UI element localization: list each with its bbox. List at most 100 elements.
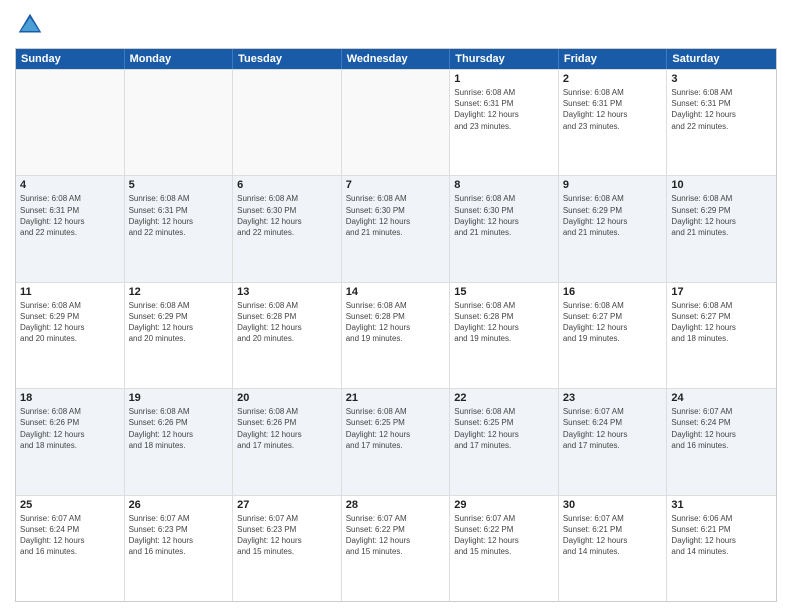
calendar-cell: 18 Sunrise: 6:08 AM Sunset: 6:26 PM Dayli…: [16, 389, 125, 494]
day-info: Sunrise: 6:08 AM Sunset: 6:29 PM Dayligh…: [671, 193, 772, 238]
calendar-cell: 4 Sunrise: 6:08 AM Sunset: 6:31 PM Daylig…: [16, 176, 125, 281]
day-number: 10: [671, 179, 772, 191]
day-info: Sunrise: 6:08 AM Sunset: 6:31 PM Dayligh…: [129, 193, 229, 238]
day-info: Sunrise: 6:08 AM Sunset: 6:28 PM Dayligh…: [454, 300, 554, 345]
day-number: 13: [237, 286, 337, 298]
day-info: Sunrise: 6:08 AM Sunset: 6:26 PM Dayligh…: [129, 406, 229, 451]
calendar-header-cell: Saturday: [667, 49, 776, 69]
day-info: Sunrise: 6:08 AM Sunset: 6:26 PM Dayligh…: [237, 406, 337, 451]
calendar-cell: 15 Sunrise: 6:08 AM Sunset: 6:28 PM Dayli…: [450, 283, 559, 388]
logo-icon: [15, 10, 45, 40]
day-info: Sunrise: 6:08 AM Sunset: 6:29 PM Dayligh…: [129, 300, 229, 345]
day-info: Sunrise: 6:08 AM Sunset: 6:28 PM Dayligh…: [346, 300, 446, 345]
day-number: 29: [454, 499, 554, 511]
calendar-cell: 13Sunrise: 6:08 AM Sunset: 6:28 PM Dayli…: [233, 283, 342, 388]
day-number: 17: [671, 286, 772, 298]
calendar-row: 1 Sunrise: 6:08 AM Sunset: 6:31 PM Daylig…: [16, 69, 776, 175]
day-info: Sunrise: 6:07 AM Sunset: 6:23 PM Dayligh…: [237, 513, 337, 558]
calendar-header-cell: Tuesday: [233, 49, 342, 69]
calendar-cell: [342, 70, 451, 175]
day-info: Sunrise: 6:08 AM Sunset: 6:25 PM Dayligh…: [346, 406, 446, 451]
calendar-cell: 10 Sunrise: 6:08 AM Sunset: 6:29 PM Dayli…: [667, 176, 776, 281]
day-info: Sunrise: 6:08 AM Sunset: 6:31 PM Dayligh…: [563, 87, 663, 132]
day-info: Sunrise: 6:08 AM Sunset: 6:31 PM Dayligh…: [20, 193, 120, 238]
calendar-cell: 12 Sunrise: 6:08 AM Sunset: 6:29 PM Dayli…: [125, 283, 234, 388]
day-number: 5: [129, 179, 229, 191]
day-number: 18: [20, 392, 120, 404]
calendar-cell: 22 Sunrise: 6:08 AM Sunset: 6:25 PM Dayli…: [450, 389, 559, 494]
calendar-cell: 26Sunrise: 6:07 AM Sunset: 6:23 PM Dayli…: [125, 496, 234, 601]
day-number: 7: [346, 179, 446, 191]
day-info: Sunrise: 6:08 AM Sunset: 6:29 PM Dayligh…: [563, 193, 663, 238]
day-number: 23: [563, 392, 663, 404]
calendar-cell: 3 Sunrise: 6:08 AM Sunset: 6:31 PM Daylig…: [667, 70, 776, 175]
day-number: 28: [346, 499, 446, 511]
day-info: Sunrise: 6:07 AM Sunset: 6:24 PM Dayligh…: [20, 513, 120, 558]
day-info: Sunrise: 6:07 AM Sunset: 6:23 PM Dayligh…: [129, 513, 229, 558]
day-number: 15: [454, 286, 554, 298]
calendar-cell: 8 Sunrise: 6:08 AM Sunset: 6:30 PM Daylig…: [450, 176, 559, 281]
calendar-cell: 20Sunrise: 6:08 AM Sunset: 6:26 PM Dayli…: [233, 389, 342, 494]
calendar-body: 1 Sunrise: 6:08 AM Sunset: 6:31 PM Daylig…: [16, 69, 776, 601]
calendar-cell: 30 Sunrise: 6:07 AM Sunset: 6:21 PM Dayli…: [559, 496, 668, 601]
calendar-cell: 25 Sunrise: 6:07 AM Sunset: 6:24 PM Dayli…: [16, 496, 125, 601]
day-number: 3: [671, 73, 772, 85]
calendar-row: 25 Sunrise: 6:07 AM Sunset: 6:24 PM Dayli…: [16, 495, 776, 601]
calendar-cell: 21Sunrise: 6:08 AM Sunset: 6:25 PM Dayli…: [342, 389, 451, 494]
day-info: Sunrise: 6:08 AM Sunset: 6:27 PM Dayligh…: [671, 300, 772, 345]
day-info: Sunrise: 6:08 AM Sunset: 6:31 PM Dayligh…: [671, 87, 772, 132]
day-number: 11: [20, 286, 120, 298]
calendar-cell: 6 Sunrise: 6:08 AM Sunset: 6:30 PM Daylig…: [233, 176, 342, 281]
calendar-cell: 17 Sunrise: 6:08 AM Sunset: 6:27 PM Dayli…: [667, 283, 776, 388]
day-info: Sunrise: 6:08 AM Sunset: 6:25 PM Dayligh…: [454, 406, 554, 451]
day-number: 1: [454, 73, 554, 85]
day-info: Sunrise: 6:08 AM Sunset: 6:30 PM Dayligh…: [454, 193, 554, 238]
day-number: 8: [454, 179, 554, 191]
calendar-cell: 27Sunrise: 6:07 AM Sunset: 6:23 PM Dayli…: [233, 496, 342, 601]
day-info: Sunrise: 6:07 AM Sunset: 6:21 PM Dayligh…: [563, 513, 663, 558]
day-number: 22: [454, 392, 554, 404]
calendar-header-cell: Monday: [125, 49, 234, 69]
day-info: Sunrise: 6:08 AM Sunset: 6:27 PM Dayligh…: [563, 300, 663, 345]
calendar-header-cell: Wednesday: [342, 49, 451, 69]
day-number: 25: [20, 499, 120, 511]
day-number: 31: [671, 499, 772, 511]
calendar-cell: [125, 70, 234, 175]
calendar-cell: 16 Sunrise: 6:08 AM Sunset: 6:27 PM Dayli…: [559, 283, 668, 388]
calendar-cell: 9 Sunrise: 6:08 AM Sunset: 6:29 PM Daylig…: [559, 176, 668, 281]
calendar-cell: 29 Sunrise: 6:07 AM Sunset: 6:22 PM Dayli…: [450, 496, 559, 601]
calendar-cell: 2Sunrise: 6:08 AM Sunset: 6:31 PM Daylig…: [559, 70, 668, 175]
calendar-cell: 23Sunrise: 6:07 AM Sunset: 6:24 PM Dayli…: [559, 389, 668, 494]
calendar-header-cell: Friday: [559, 49, 668, 69]
calendar-cell: 1 Sunrise: 6:08 AM Sunset: 6:31 PM Daylig…: [450, 70, 559, 175]
calendar-cell: 31 Sunrise: 6:06 AM Sunset: 6:21 PM Dayli…: [667, 496, 776, 601]
day-info: Sunrise: 6:08 AM Sunset: 6:26 PM Dayligh…: [20, 406, 120, 451]
day-number: 14: [346, 286, 446, 298]
calendar-header-cell: Thursday: [450, 49, 559, 69]
day-info: Sunrise: 6:07 AM Sunset: 6:24 PM Dayligh…: [671, 406, 772, 451]
page: SundayMondayTuesdayWednesdayThursdayFrid…: [0, 0, 792, 612]
calendar-row: 11 Sunrise: 6:08 AM Sunset: 6:29 PM Dayli…: [16, 282, 776, 388]
day-number: 9: [563, 179, 663, 191]
calendar-row: 4 Sunrise: 6:08 AM Sunset: 6:31 PM Daylig…: [16, 175, 776, 281]
calendar-cell: 11Sunrise: 6:08 AM Sunset: 6:29 PM Dayli…: [16, 283, 125, 388]
day-number: 4: [20, 179, 120, 191]
day-info: Sunrise: 6:08 AM Sunset: 6:30 PM Dayligh…: [346, 193, 446, 238]
day-info: Sunrise: 6:07 AM Sunset: 6:22 PM Dayligh…: [454, 513, 554, 558]
calendar-row: 18 Sunrise: 6:08 AM Sunset: 6:26 PM Dayli…: [16, 388, 776, 494]
day-number: 30: [563, 499, 663, 511]
day-info: Sunrise: 6:08 AM Sunset: 6:31 PM Dayligh…: [454, 87, 554, 132]
calendar-cell: 5 Sunrise: 6:08 AM Sunset: 6:31 PM Daylig…: [125, 176, 234, 281]
day-number: 16: [563, 286, 663, 298]
day-number: 12: [129, 286, 229, 298]
logo: [15, 10, 49, 40]
calendar-cell: 19Sunrise: 6:08 AM Sunset: 6:26 PM Dayli…: [125, 389, 234, 494]
calendar: SundayMondayTuesdayWednesdayThursdayFrid…: [15, 48, 777, 602]
header: [15, 10, 777, 40]
day-info: Sunrise: 6:06 AM Sunset: 6:21 PM Dayligh…: [671, 513, 772, 558]
day-info: Sunrise: 6:08 AM Sunset: 6:30 PM Dayligh…: [237, 193, 337, 238]
calendar-header-cell: Sunday: [16, 49, 125, 69]
day-number: 24: [671, 392, 772, 404]
calendar-cell: [233, 70, 342, 175]
day-number: 6: [237, 179, 337, 191]
